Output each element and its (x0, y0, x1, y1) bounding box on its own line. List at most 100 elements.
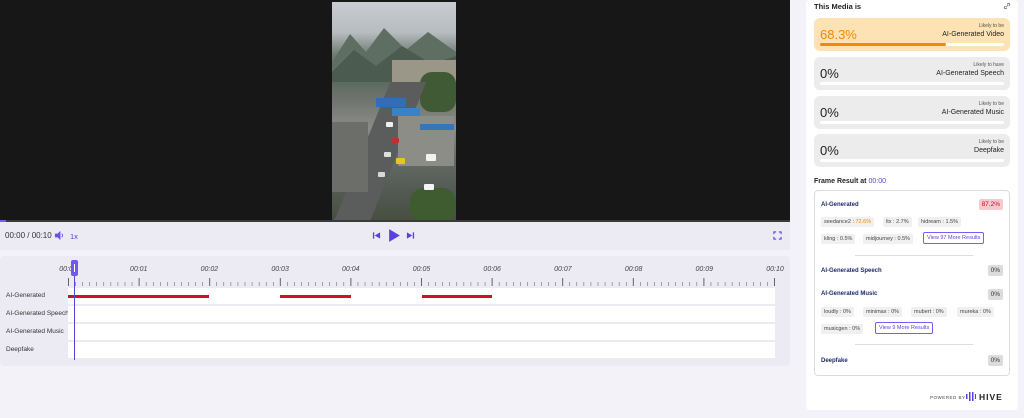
scene-car (396, 158, 405, 164)
time-tick-label: 00:08 (624, 266, 643, 273)
time-tick-label: 00:02 (200, 266, 219, 273)
track-row[interactable] (68, 324, 775, 340)
model-chip: musicgen : 0% (821, 324, 864, 334)
volume-icon[interactable] (54, 230, 65, 241)
section-title-music: AI-Generated Music (821, 291, 878, 297)
section-title-deepfake: Deepfake (821, 358, 848, 364)
video-frame[interactable] (332, 2, 456, 220)
scene-roof-blue (376, 98, 406, 107)
scene-car (384, 152, 391, 157)
model-score: 0% (935, 309, 944, 315)
model-chip: hidream : 1.5% (918, 217, 962, 227)
detection-segment[interactable] (280, 295, 351, 298)
model-chip: ltx : 2.7% (883, 217, 912, 227)
model-name: seedance2 : (824, 219, 854, 225)
summary-card[interactable]: 0% Likely to be Deepfake (814, 134, 1010, 167)
time-tick-label: 00:01 (129, 266, 148, 273)
skip-back-icon[interactable] (372, 231, 381, 240)
time-tick-label: 00:10 (766, 266, 784, 273)
section-title-speech: AI-Generated Speech (821, 268, 882, 274)
model-chip: minimax : 0% (863, 307, 903, 317)
view-more-ai-generated-button[interactable]: View 97 More Results (923, 232, 985, 244)
link-icon[interactable] (1003, 2, 1011, 10)
skip-forward-icon[interactable] (406, 231, 415, 240)
model-score: 0.5% (897, 236, 911, 242)
model-chip: kling : 0.5% (821, 234, 856, 244)
model-name: midjourney : (866, 236, 896, 242)
model-chip: midjourney : 0.5% (863, 234, 914, 244)
card-progress-track (820, 159, 1004, 162)
playback-speed-button[interactable]: 1x (70, 232, 78, 241)
model-name: mureka : (960, 309, 982, 315)
card-progress-track (820, 82, 1004, 85)
card-progress-track (820, 121, 1004, 124)
frame-result-time[interactable]: 00:00 (868, 178, 886, 185)
scene-house-left (332, 122, 368, 192)
time-tick-label: 00:03 (271, 266, 289, 273)
card-label: AI-Generated Music (941, 109, 1004, 116)
score-badge-speech: 0% (987, 265, 1003, 276)
model-score: 2.7% (896, 219, 909, 225)
summary-card[interactable]: 0% Likely to be AI-Generated Music (814, 96, 1010, 129)
card-percentage: 0% (820, 105, 839, 120)
track-label: AI-Generated Music (6, 328, 64, 335)
model-name: hidream : (921, 219, 944, 225)
model-score: 0% (891, 309, 900, 315)
powered-by-label: POWERED BY (930, 395, 966, 400)
hive-logo-text: HIVE (979, 392, 1003, 402)
card-label: Deepfake (974, 147, 1004, 154)
frame-result-label: Frame Result at (814, 178, 867, 185)
card-caption: Likely to have (973, 62, 1004, 68)
model-name: kling : (824, 236, 839, 242)
play-icon[interactable] (388, 228, 401, 243)
ruler-ticks (68, 278, 775, 286)
model-score: 72.6% (855, 219, 872, 225)
detection-segment[interactable] (68, 295, 210, 298)
detection-segment[interactable] (421, 295, 493, 298)
scene-car (386, 122, 393, 127)
card-percentage: 0% (820, 66, 839, 81)
scene-car (424, 184, 434, 190)
time-tick-label: 00:04 (342, 266, 360, 273)
model-score: 0.5% (839, 236, 853, 242)
time-tick-label: 00:05 (412, 266, 431, 273)
scene-roof-blue (420, 124, 454, 130)
track-row[interactable] (68, 288, 775, 304)
time-tick-label: 00:06 (483, 266, 501, 273)
scene-trees (420, 72, 456, 112)
summary-card[interactable]: 0% Likely to have AI-Generated Speech (814, 57, 1010, 90)
track-label: Deepfake (6, 346, 34, 353)
model-chip: seedance2 : 72.6% (821, 217, 875, 227)
model-score: 1.5% (945, 219, 959, 225)
playhead-handle[interactable] (71, 260, 78, 276)
model-name: musicgen : (824, 326, 851, 332)
score-badge-deepfake: 0% (987, 355, 1003, 366)
model-score: 0% (852, 326, 861, 332)
card-label: AI-Generated Speech (936, 70, 1004, 77)
model-chip: loudly : 0% (821, 307, 854, 317)
card-progress-track (820, 43, 1004, 46)
time-tick-label: 00:09 (695, 266, 714, 273)
time-display: 00:00 / 00:10 (5, 231, 52, 240)
summary-card[interactable]: 68.3% Likely to be AI-Generated Video (814, 18, 1010, 51)
score-badge-music: 0% (987, 289, 1003, 300)
card-caption: Likely to be (978, 139, 1004, 145)
track-row[interactable] (68, 306, 775, 322)
hive-logo-icon (966, 392, 976, 401)
view-more-music-button[interactable]: View 9 More Results (875, 322, 934, 334)
video-player[interactable] (0, 0, 790, 222)
section-title-ai-generated: AI-Generated (821, 202, 859, 208)
model-chip: mubert : 0% (911, 307, 947, 317)
section-divider (855, 344, 973, 345)
timeline-ruler[interactable]: 00:00 00:01 00:02 00:03 00:04 00:05 00:06 00:07… (59, 264, 784, 286)
time-tick-label: 00:07 (554, 266, 572, 273)
card-percentage: 68.3% (820, 27, 857, 42)
card-label: AI-Generated Video (942, 31, 1004, 38)
panel-title: This Media is (814, 2, 862, 11)
track-label: AI-Generated (6, 292, 46, 299)
fullscreen-icon[interactable] (773, 231, 782, 240)
model-score: 0% (842, 309, 851, 315)
player-controls: 00:00 / 00:10 1x (0, 222, 790, 250)
track-row[interactable] (68, 342, 775, 358)
model-score: 0% (982, 309, 991, 315)
